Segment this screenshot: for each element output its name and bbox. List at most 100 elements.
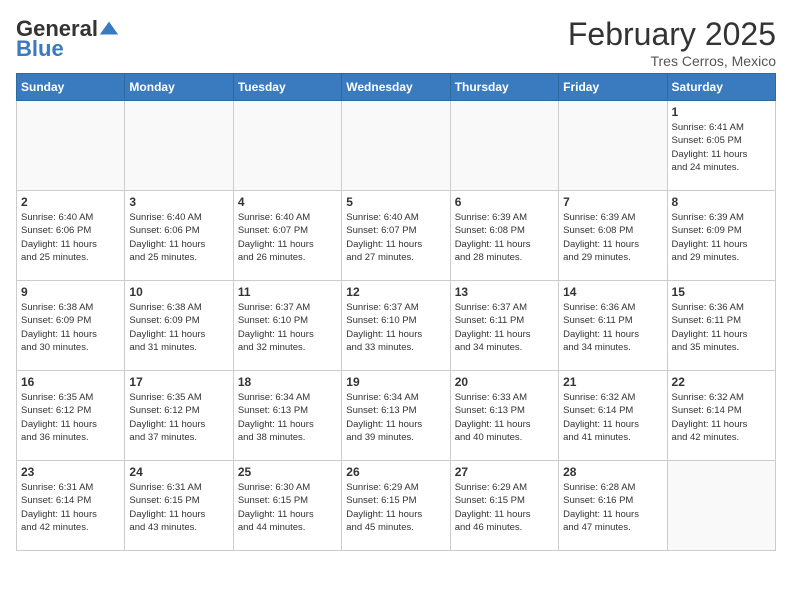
location: Tres Cerros, Mexico (568, 53, 776, 69)
day-info: Sunrise: 6:36 AM Sunset: 6:11 PM Dayligh… (563, 301, 662, 354)
calendar-cell (125, 101, 233, 191)
day-number: 16 (21, 375, 120, 389)
day-number: 8 (672, 195, 771, 209)
day-number: 10 (129, 285, 228, 299)
day-info: Sunrise: 6:34 AM Sunset: 6:13 PM Dayligh… (238, 391, 337, 444)
day-info: Sunrise: 6:28 AM Sunset: 6:16 PM Dayligh… (563, 481, 662, 534)
calendar-cell (667, 461, 775, 551)
calendar-cell (342, 101, 450, 191)
day-number: 20 (455, 375, 554, 389)
calendar-table: SundayMondayTuesdayWednesdayThursdayFrid… (16, 73, 776, 551)
calendar-cell: 27Sunrise: 6:29 AM Sunset: 6:15 PM Dayli… (450, 461, 558, 551)
day-number: 4 (238, 195, 337, 209)
calendar-cell: 4Sunrise: 6:40 AM Sunset: 6:07 PM Daylig… (233, 191, 341, 281)
week-row-2: 9 Sunrise: 6:38 AM Sunset: 6:09 PM Daylig… (17, 281, 776, 371)
day-info: Sunrise: 6:31 AM Sunset: 6:14 PM Dayligh… (21, 481, 120, 534)
day-info: Sunrise: 6:41 AM Sunset: 6:05 PM Dayligh… (672, 121, 771, 174)
calendar-cell: 17Sunrise: 6:35 AM Sunset: 6:12 PM Dayli… (125, 371, 233, 461)
day-number: 22 (672, 375, 771, 389)
month-title: February 2025 (568, 16, 776, 53)
day-info: Sunrise: 6:40 AM Sunset: 6:06 PM Dayligh… (129, 211, 228, 264)
week-row-4: 23 Sunrise: 6:31 AM Sunset: 6:14 PM Dayli… (17, 461, 776, 551)
week-row-0: 1 Sunrise: 6:41 AM Sunset: 6:05 PM Daylig… (17, 101, 776, 191)
day-info: Sunrise: 6:32 AM Sunset: 6:14 PM Dayligh… (672, 391, 771, 444)
day-info: Sunrise: 6:37 AM Sunset: 6:10 PM Dayligh… (346, 301, 445, 354)
calendar-cell: 2 Sunrise: 6:40 AM Sunset: 6:06 PM Daylig… (17, 191, 125, 281)
calendar-cell: 15Sunrise: 6:36 AM Sunset: 6:11 PM Dayli… (667, 281, 775, 371)
title-block: February 2025 Tres Cerros, Mexico (568, 16, 776, 69)
day-info: Sunrise: 6:37 AM Sunset: 6:10 PM Dayligh… (238, 301, 337, 354)
header-sunday: Sunday (17, 74, 125, 101)
calendar-cell: 24 Sunrise: 6:31 AM Sunset: 6:15 PM Dayli… (125, 461, 233, 551)
calendar-cell: 21 Sunrise: 6:32 AM Sunset: 6:14 PM Dayli… (559, 371, 667, 461)
day-number: 23 (21, 465, 120, 479)
day-number: 13 (455, 285, 554, 299)
day-number: 24 (129, 465, 228, 479)
calendar-cell (450, 101, 558, 191)
day-info: Sunrise: 6:31 AM Sunset: 6:15 PM Dayligh… (129, 481, 228, 534)
calendar-cell: 13 Sunrise: 6:37 AM Sunset: 6:11 PM Dayli… (450, 281, 558, 371)
day-number: 25 (238, 465, 337, 479)
calendar-cell: 7 Sunrise: 6:39 AM Sunset: 6:08 PM Daylig… (559, 191, 667, 281)
logo-icon (98, 18, 120, 40)
day-number: 12 (346, 285, 445, 299)
day-info: Sunrise: 6:35 AM Sunset: 6:12 PM Dayligh… (129, 391, 228, 444)
day-number: 7 (563, 195, 662, 209)
day-number: 21 (563, 375, 662, 389)
day-info: Sunrise: 6:29 AM Sunset: 6:15 PM Dayligh… (346, 481, 445, 534)
day-info: Sunrise: 6:33 AM Sunset: 6:13 PM Dayligh… (455, 391, 554, 444)
week-row-3: 16 Sunrise: 6:35 AM Sunset: 6:12 PM Dayli… (17, 371, 776, 461)
calendar-cell: 25 Sunrise: 6:30 AM Sunset: 6:15 PM Dayli… (233, 461, 341, 551)
day-number: 1 (672, 105, 771, 119)
day-info: Sunrise: 6:37 AM Sunset: 6:11 PM Dayligh… (455, 301, 554, 354)
day-info: Sunrise: 6:39 AM Sunset: 6:08 PM Dayligh… (563, 211, 662, 264)
day-info: Sunrise: 6:30 AM Sunset: 6:15 PM Dayligh… (238, 481, 337, 534)
day-number: 26 (346, 465, 445, 479)
day-number: 3 (129, 195, 228, 209)
day-info: Sunrise: 6:32 AM Sunset: 6:14 PM Dayligh… (563, 391, 662, 444)
day-number: 6 (455, 195, 554, 209)
calendar-cell (559, 101, 667, 191)
calendar-cell (233, 101, 341, 191)
day-number: 18 (238, 375, 337, 389)
calendar-cell: 26 Sunrise: 6:29 AM Sunset: 6:15 PM Dayli… (342, 461, 450, 551)
calendar-cell: 3 Sunrise: 6:40 AM Sunset: 6:06 PM Daylig… (125, 191, 233, 281)
calendar-cell: 20 Sunrise: 6:33 AM Sunset: 6:13 PM Dayli… (450, 371, 558, 461)
calendar-header-row: SundayMondayTuesdayWednesdayThursdayFrid… (17, 74, 776, 101)
header-monday: Monday (125, 74, 233, 101)
day-number: 11 (238, 285, 337, 299)
calendar-cell: 18 Sunrise: 6:34 AM Sunset: 6:13 PM Dayli… (233, 371, 341, 461)
calendar-cell: 22 Sunrise: 6:32 AM Sunset: 6:14 PM Dayli… (667, 371, 775, 461)
day-number: 14 (563, 285, 662, 299)
day-number: 9 (21, 285, 120, 299)
day-info: Sunrise: 6:40 AM Sunset: 6:06 PM Dayligh… (21, 211, 120, 264)
calendar-cell: 10 Sunrise: 6:38 AM Sunset: 6:09 PM Dayli… (125, 281, 233, 371)
day-number: 28 (563, 465, 662, 479)
day-info: Sunrise: 6:34 AM Sunset: 6:13 PM Dayligh… (346, 391, 445, 444)
day-info: Sunrise: 6:29 AM Sunset: 6:15 PM Dayligh… (455, 481, 554, 534)
calendar-cell: 12 Sunrise: 6:37 AM Sunset: 6:10 PM Dayli… (342, 281, 450, 371)
logo: General Blue (16, 16, 120, 62)
calendar-cell (17, 101, 125, 191)
day-number: 2 (21, 195, 120, 209)
calendar-cell: 23 Sunrise: 6:31 AM Sunset: 6:14 PM Dayli… (17, 461, 125, 551)
day-info: Sunrise: 6:35 AM Sunset: 6:12 PM Dayligh… (21, 391, 120, 444)
calendar-cell: 14 Sunrise: 6:36 AM Sunset: 6:11 PM Dayli… (559, 281, 667, 371)
day-info: Sunrise: 6:39 AM Sunset: 6:09 PM Dayligh… (672, 211, 771, 264)
day-info: Sunrise: 6:39 AM Sunset: 6:08 PM Dayligh… (455, 211, 554, 264)
header-wednesday: Wednesday (342, 74, 450, 101)
header-friday: Friday (559, 74, 667, 101)
page-header: General Blue February 2025 Tres Cerros, … (16, 16, 776, 69)
day-info: Sunrise: 6:40 AM Sunset: 6:07 PM Dayligh… (346, 211, 445, 264)
calendar-cell: 28 Sunrise: 6:28 AM Sunset: 6:16 PM Dayli… (559, 461, 667, 551)
day-number: 15 (672, 285, 771, 299)
logo-blue: Blue (16, 36, 64, 62)
calendar-cell: 9Sunrise: 6:38 AM Sunset: 6:09 PM Daylig… (17, 281, 125, 371)
header-saturday: Saturday (667, 74, 775, 101)
day-number: 5 (346, 195, 445, 209)
header-thursday: Thursday (450, 74, 558, 101)
calendar-cell: 11 Sunrise: 6:37 AM Sunset: 6:10 PM Dayli… (233, 281, 341, 371)
day-info: Sunrise: 6:38 AM Sunset: 6:09 PM Dayligh… (129, 301, 228, 354)
day-number: 19 (346, 375, 445, 389)
week-row-1: 2 Sunrise: 6:40 AM Sunset: 6:06 PM Daylig… (17, 191, 776, 281)
